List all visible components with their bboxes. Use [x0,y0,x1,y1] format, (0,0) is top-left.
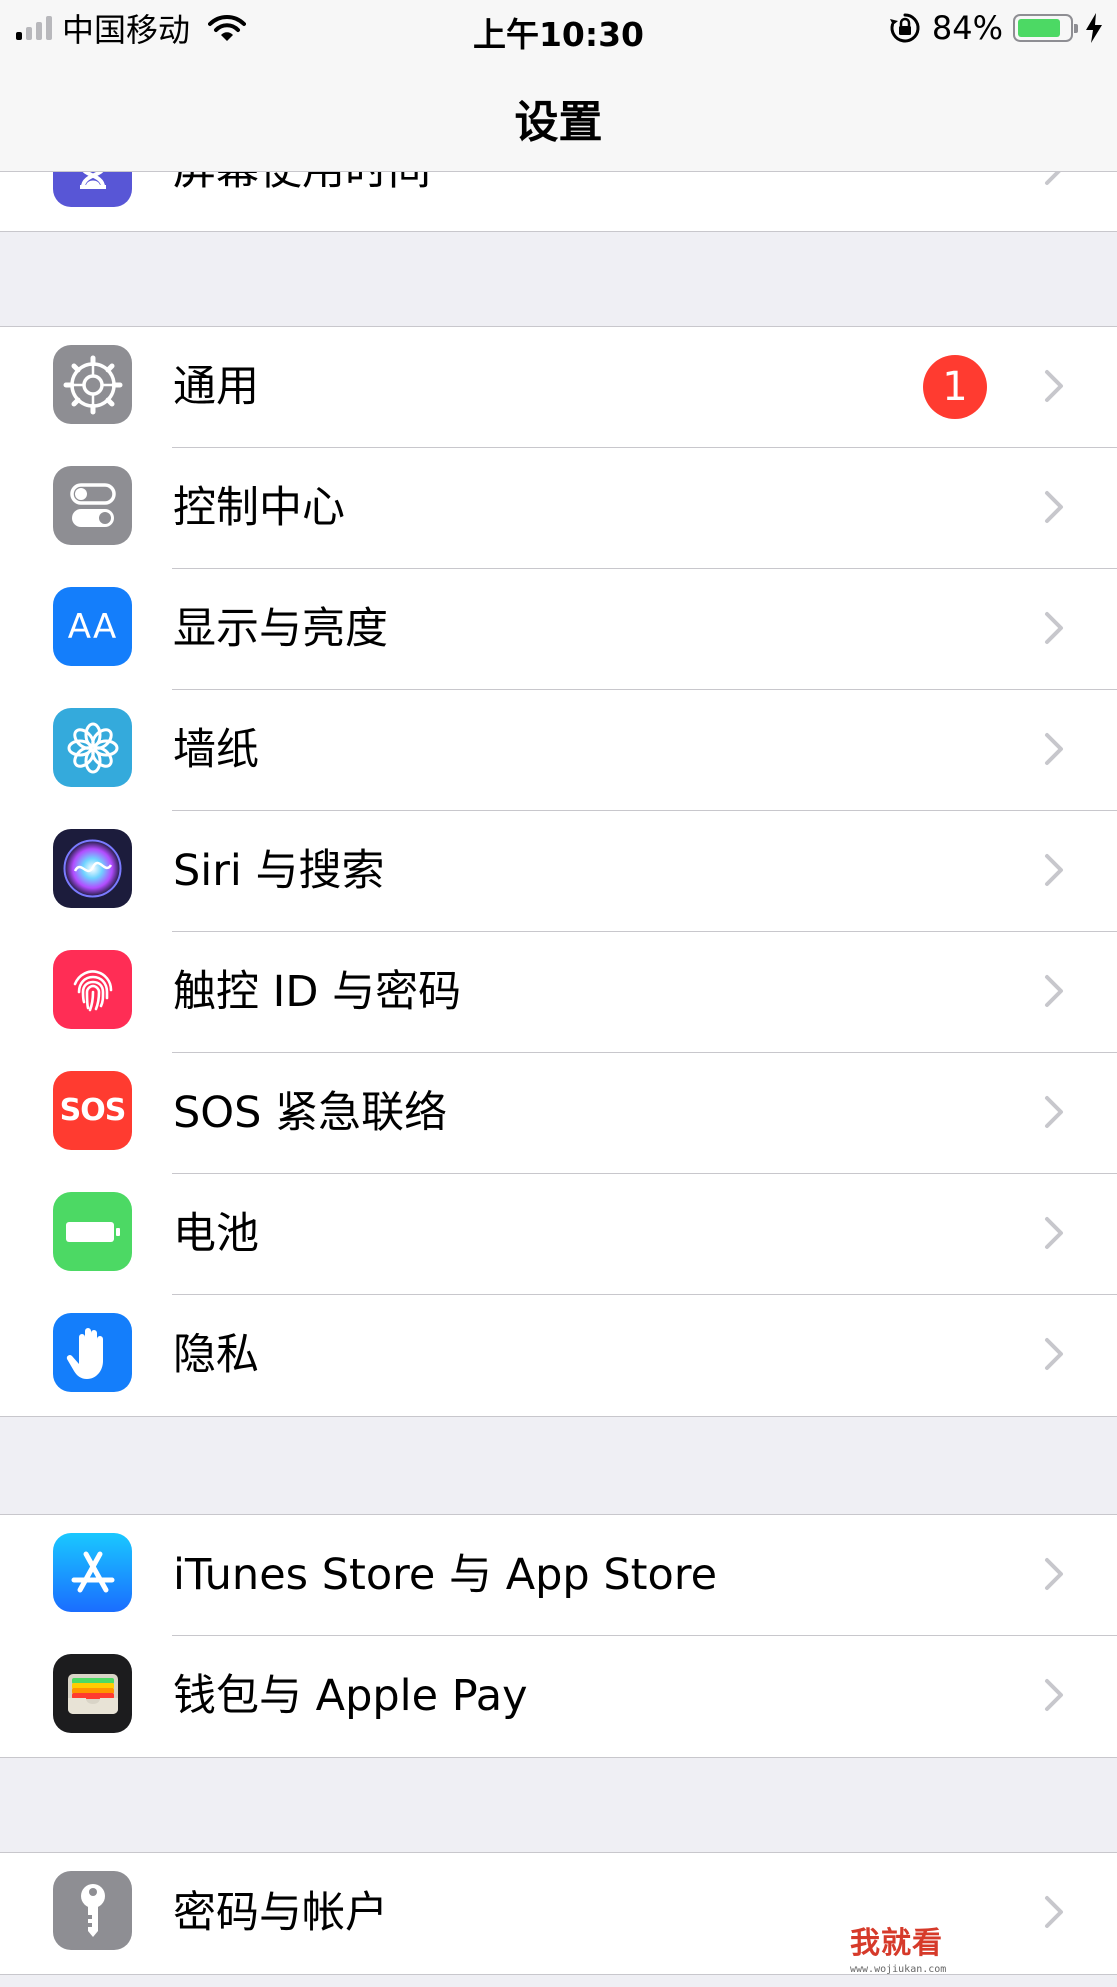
settings-list: 屏幕使用时间 [0,0,1117,1987]
status-bar-right: 84% [888,9,1105,47]
flower-icon [53,708,132,787]
gear-icon [53,345,132,424]
settings-row-label: Siri 与搜索 [173,846,385,896]
settings-row-label: 触控 ID 与密码 [173,967,462,1017]
settings-group-stores: iTunes Store 与 App Store 钱包与 Apple Pay [0,1514,1117,1758]
chevron-right-icon [1045,1096,1063,1128]
chevron-right-icon [1045,491,1063,523]
settings-row-label: 电池 [173,1209,259,1259]
chevron-right-icon [1045,612,1063,644]
settings-row-control-center[interactable]: 控制中心 [0,448,1117,569]
chevron-right-icon [1045,975,1063,1007]
chevron-right-icon [1045,1679,1063,1711]
settings-row-label: 控制中心 [173,483,345,533]
settings-row-wallpaper[interactable]: 墙纸 [0,690,1117,811]
page-title: 设置 [514,97,603,148]
chevron-right-icon [1045,1896,1063,1928]
settings-row-label: 墙纸 [173,725,259,775]
settings-row-display-brightness[interactable]: AA 显示与亮度 [0,569,1117,690]
battery-fill [1018,19,1060,37]
hand-icon [53,1313,132,1392]
settings-row-battery[interactable]: 电池 [0,1174,1117,1295]
settings-row-label: iTunes Store 与 App Store [173,1550,718,1600]
watermark-url: www.wojiukan.com [850,1964,947,1975]
chevron-right-icon [1045,1338,1063,1370]
settings-row-label: 显示与亮度 [173,604,388,654]
settings-row-general[interactable]: 通用 1 [0,327,1117,448]
watermark-logo: 我就看 www.wojiukan.com [850,1918,990,1982]
settings-row-label: 密码与帐户 [173,1888,388,1938]
battery-percent: 84% [931,9,1003,47]
chevron-right-icon [1045,370,1063,402]
settings-group-general: 通用 1 控制中心 AA 显示与亮度 墙纸 Siri 与搜索 触控 ID 与密码… [0,326,1117,1417]
siri-icon [53,829,132,908]
status-battery-icon [1013,14,1078,42]
status-bar: 中国移动 上午10:30 84% [0,0,1117,58]
key-icon [53,1871,132,1950]
battery-icon [53,1192,132,1271]
settings-row-privacy[interactable]: 隐私 [0,1295,1117,1416]
watermark-text: 我就看 [850,1918,990,1962]
settings-row-siri-search[interactable]: Siri 与搜索 [0,811,1117,932]
settings-row-emergency-sos[interactable]: SOS SOS 紧急联络 [0,1053,1117,1174]
app-store-icon [53,1533,132,1612]
watermark-main: 我就看 [850,1926,943,1961]
text-size-glyph: AA [67,606,118,647]
navigation-bar: 设置 [0,58,1117,172]
settings-row-label: 隐私 [173,1330,259,1380]
wallet-icon [53,1654,132,1733]
settings-row-itunes-app-store[interactable]: iTunes Store 与 App Store [0,1515,1117,1636]
fingerprint-icon [53,950,132,1029]
toggle-switches-icon [53,466,132,545]
text-size-icon: AA [53,587,132,666]
settings-row-touch-id[interactable]: 触控 ID 与密码 [0,932,1117,1053]
charging-bolt-icon [1086,13,1102,43]
settings-row-wallet-apple-pay[interactable]: 钱包与 Apple Pay [0,1636,1117,1757]
settings-row-label: 钱包与 Apple Pay [173,1671,528,1721]
chevron-right-icon [1045,733,1063,765]
chevron-right-icon [1045,1558,1063,1590]
chevron-right-icon [1045,854,1063,886]
orientation-lock-icon [889,13,920,43]
sos-icon: SOS [53,1071,132,1150]
notification-badge: 1 [923,355,987,419]
chevron-right-icon [1045,1217,1063,1249]
settings-row-label: 通用 [173,362,259,412]
settings-row-label: SOS 紧急联络 [173,1088,448,1138]
sos-glyph: SOS [59,1093,127,1128]
